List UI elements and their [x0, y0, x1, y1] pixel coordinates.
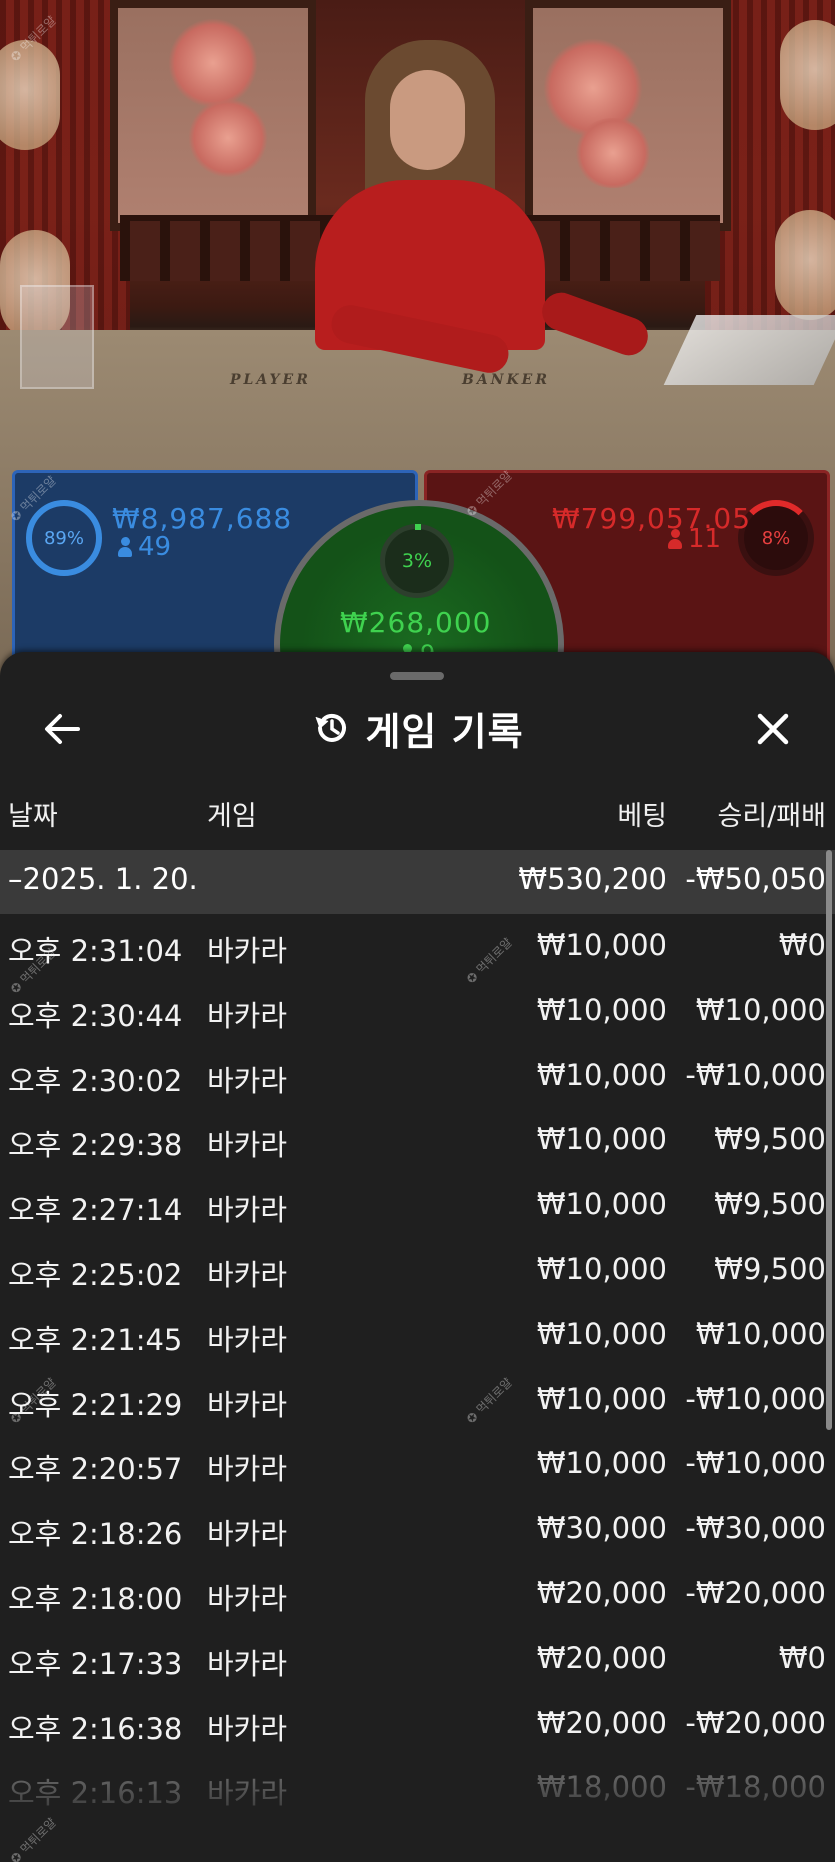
row-bet: ₩20,000 [536, 1705, 667, 1740]
column-header-bet: 베팅 [617, 801, 667, 832]
history-row[interactable]: 오후 2:30:02 바카라 ₩10,000 -₩10,000 [0, 1044, 835, 1109]
row-win-loss: ₩10,000 [695, 1316, 826, 1351]
history-icon [315, 713, 347, 742]
history-row[interactable]: 오후 2:29:38 바카라 ₩10,000 ₩9,500 [0, 1108, 835, 1173]
row-win-loss: ₩10,000 [695, 992, 826, 1027]
row-win-loss: -₩10,000 [685, 1446, 826, 1481]
history-row[interactable]: 오후 2:27:14 바카라 ₩10,000 ₩9,500 [0, 1173, 835, 1238]
row-time: 오후 2:29:38 [8, 1128, 183, 1163]
lantern [780, 20, 835, 130]
sheet-header: 게임 기록 [0, 702, 835, 754]
row-win-loss: -₩10,000 [685, 1057, 826, 1092]
tie-percent-ring: 3% [380, 524, 454, 598]
row-game: 바카라 [207, 1193, 288, 1228]
close-button[interactable] [748, 704, 798, 754]
sheet-title: 게임 기록 [365, 709, 524, 754]
row-game: 바카라 [207, 934, 288, 968]
row-time: 오후 2:30:44 [8, 998, 183, 1033]
history-list[interactable]: 오후 2:31:04 바카라 ₩10,000 ₩0 오후 2:30:44 바카라 ₩10,0… [0, 914, 835, 1862]
player-total-bet: ₩8,987,688 [112, 502, 293, 535]
row-bet: ₩10,000 [536, 928, 667, 962]
row-game: 바카라 [207, 1646, 288, 1681]
row-time: 오후 2:18:26 [8, 1517, 183, 1552]
column-header-win-loss: 승리/패배 [717, 801, 826, 832]
date-summary-row[interactable]: –2025. 1. 20. ₩530,200 -₩50,050 [0, 850, 835, 914]
row-bet: ₩20,000 [536, 1640, 667, 1675]
row-time: 오후 2:16:38 [8, 1711, 183, 1746]
row-time: 오후 2:27:14 [8, 1193, 183, 1228]
row-win-loss: -₩30,000 [685, 1511, 826, 1546]
game-history-sheet: 게임 기록 날짜 게임 베팅 승리/패배 –2025. 1. 20. ₩530,… [0, 652, 835, 1862]
row-time: 오후 2:21:45 [8, 1322, 183, 1357]
banker-total-bet: ₩799,057.05 [552, 502, 752, 535]
live-dealer-video: PLAYER BANKER 89% ₩8,987,688 49 8% ₩799,… [0, 0, 835, 680]
row-time: 오후 2:25:02 [8, 1257, 183, 1292]
row-win-loss: ₩9,500 [714, 1187, 826, 1222]
row-win-loss: -₩20,000 [685, 1575, 826, 1610]
row-bet: ₩10,000 [536, 1381, 667, 1416]
summary-win-loss-total: -₩50,050 [685, 862, 826, 896]
table-header: 날짜 게임 베팅 승리/패배 [0, 794, 835, 834]
player-bettor-count: 49 [118, 532, 171, 562]
row-game: 바카라 [207, 1711, 288, 1746]
row-win-loss: -₩10,000 [685, 1381, 826, 1416]
row-bet: ₩10,000 [536, 1057, 667, 1092]
row-time: 오후 2:17:33 [8, 1646, 183, 1681]
row-win-loss: -₩20,000 [685, 1705, 826, 1740]
history-row[interactable]: 오후 2:21:29 바카라 ₩10,000 -₩10,000 [0, 1368, 835, 1433]
row-bet: ₩10,000 [536, 1446, 667, 1481]
row-game: 바카라 [207, 1063, 288, 1098]
row-game: 바카라 [207, 1128, 288, 1163]
discard-box [20, 285, 94, 389]
row-time: 오후 2:18:00 [8, 1581, 183, 1616]
row-game: 바카라 [207, 1517, 288, 1552]
blossom-window-right [525, 0, 731, 231]
row-win-loss: ₩0 [778, 1640, 826, 1675]
history-row[interactable]: 오후 2:31:04 바카라 ₩10,000 ₩0 [0, 914, 835, 979]
history-row[interactable]: 오후 2:18:00 바카라 ₩20,000 -₩20,000 [0, 1562, 835, 1627]
history-row[interactable]: 오후 2:20:57 바카라 ₩10,000 -₩10,000 [0, 1432, 835, 1497]
sheet-drag-handle[interactable] [390, 672, 444, 680]
summary-bet-total: ₩530,200 [518, 862, 667, 896]
table-player-label: PLAYER [230, 372, 311, 388]
blossom-window-left [110, 0, 316, 231]
history-row[interactable]: 오후 2:25:02 바카라 ₩10,000 ₩9,500 [0, 1238, 835, 1303]
close-icon [757, 713, 789, 745]
row-win-loss: ₩9,500 [714, 1251, 826, 1286]
row-win-loss: ₩0 [778, 928, 826, 962]
row-time: 오후 2:30:02 [8, 1063, 183, 1098]
history-row[interactable]: 오후 2:30:44 바카라 ₩10,000 ₩10,000 [0, 979, 835, 1044]
history-row[interactable]: 오후 2:16:38 바카라 ₩20,000 -₩20,000 [0, 1692, 835, 1757]
row-bet: ₩10,000 [536, 1122, 667, 1157]
card-shoe [663, 315, 835, 385]
history-row[interactable]: 오후 2:17:33 바카라 ₩20,000 ₩0 [0, 1627, 835, 1692]
banker-bettor-count: 11 [668, 524, 721, 554]
person-icon [118, 537, 132, 557]
summary-date: –2025. 1. 20. [8, 862, 198, 896]
row-game: 바카라 [207, 1257, 288, 1292]
lantern [775, 210, 835, 320]
row-bet: ₩10,000 [536, 1251, 667, 1286]
row-game: 바카라 [207, 998, 288, 1033]
row-win-loss: ₩9,500 [714, 1122, 826, 1157]
row-game: 바카라 [207, 1322, 288, 1357]
row-game: 바카라 [207, 1452, 288, 1487]
row-bet: ₩20,000 [536, 1575, 667, 1610]
person-icon [668, 529, 682, 549]
table-banker-label: BANKER [462, 372, 550, 388]
row-bet: ₩10,000 [536, 992, 667, 1027]
tie-total-bet: ₩268,000 [340, 606, 492, 639]
row-bet: ₩10,000 [536, 1187, 667, 1222]
history-row[interactable]: 오후 2:21:45 바카라 ₩10,000 ₩10,000 [0, 1303, 835, 1368]
column-header-game: 게임 [207, 801, 257, 832]
row-game: 바카라 [207, 1387, 288, 1422]
column-header-date: 날짜 [8, 801, 58, 832]
history-row[interactable]: 오후 2:18:26 바카라 ₩30,000 -₩30,000 [0, 1497, 835, 1562]
row-bet: ₩10,000 [536, 1316, 667, 1351]
row-bet: ₩30,000 [536, 1511, 667, 1546]
row-time: 오후 2:20:57 [8, 1452, 183, 1487]
scrollbar[interactable] [826, 850, 832, 1430]
player-percent-ring: 89% [26, 500, 102, 576]
row-game: 바카라 [207, 1581, 288, 1616]
